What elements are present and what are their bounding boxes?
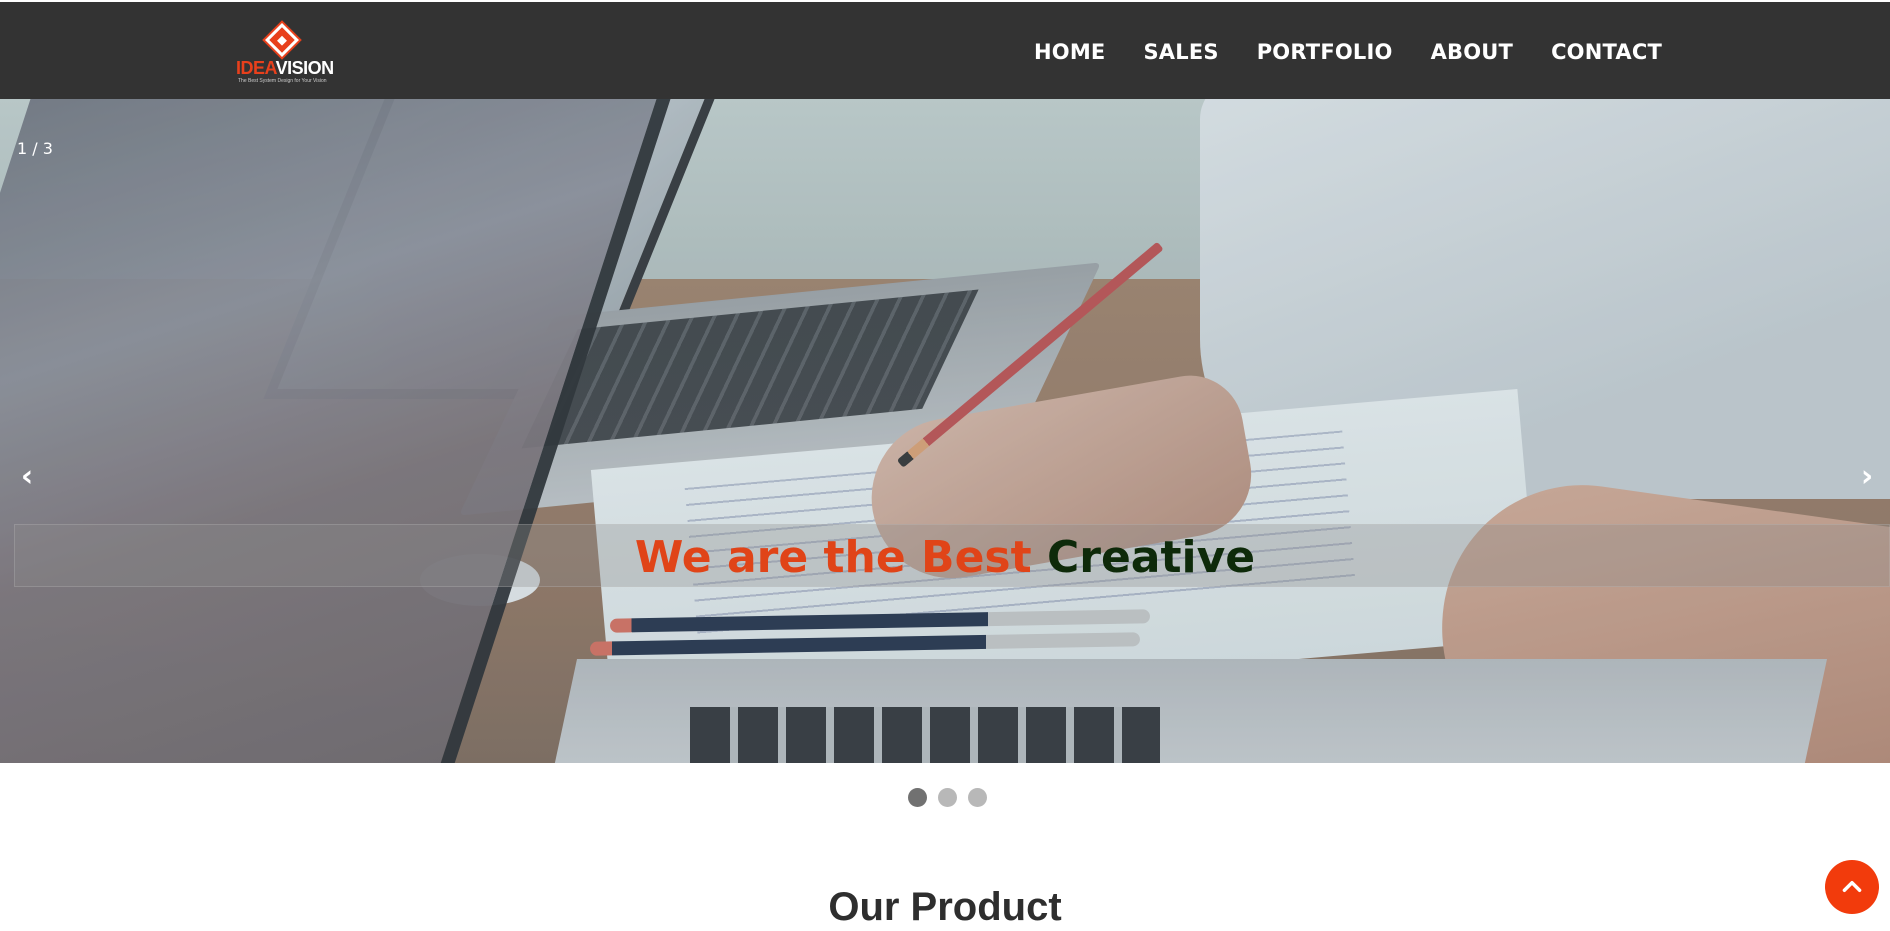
nav-home[interactable]: HOME [1034,40,1105,64]
hero-slider: 1 / 3 ‹ › We are the Best Creative [0,99,1890,763]
navbar: IDEAVISION The Best System Design for Yo… [0,0,1890,99]
slide-caption: We are the Best Creative [0,532,1890,583]
logo-wordmark: IDEAVISION [236,58,334,78]
nav-sales[interactable]: SALES [1143,40,1218,64]
prev-slide-button[interactable]: ‹ [12,459,42,494]
nav-contact[interactable]: CONTACT [1551,40,1662,64]
chevron-up-icon [1842,880,1862,892]
back-to-top-button[interactable] [1825,860,1879,914]
site-logo[interactable]: IDEAVISION The Best System Design for Yo… [236,23,336,84]
nav-about[interactable]: ABOUT [1431,40,1514,64]
main-nav: HOME SALES PORTFOLIO ABOUT CONTACT [1034,40,1662,64]
logo-diamond-icon [265,23,299,57]
slide-dot-2[interactable] [937,788,957,807]
nav-portfolio[interactable]: PORTFOLIO [1257,40,1393,64]
section-title: Our Product [828,885,1062,929]
slide-indicators [0,788,1890,807]
logo-tagline: The Best System Design for Your Vision [238,78,327,84]
caption-emphasis: Creative [1046,532,1256,583]
next-slide-button[interactable]: › [1852,459,1882,494]
slide-counter: 1 / 3 [17,139,53,158]
slide-dot-3[interactable] [967,788,987,807]
slide-dot-1[interactable] [907,788,927,807]
caption-highlight: We are the Best [634,532,1032,583]
